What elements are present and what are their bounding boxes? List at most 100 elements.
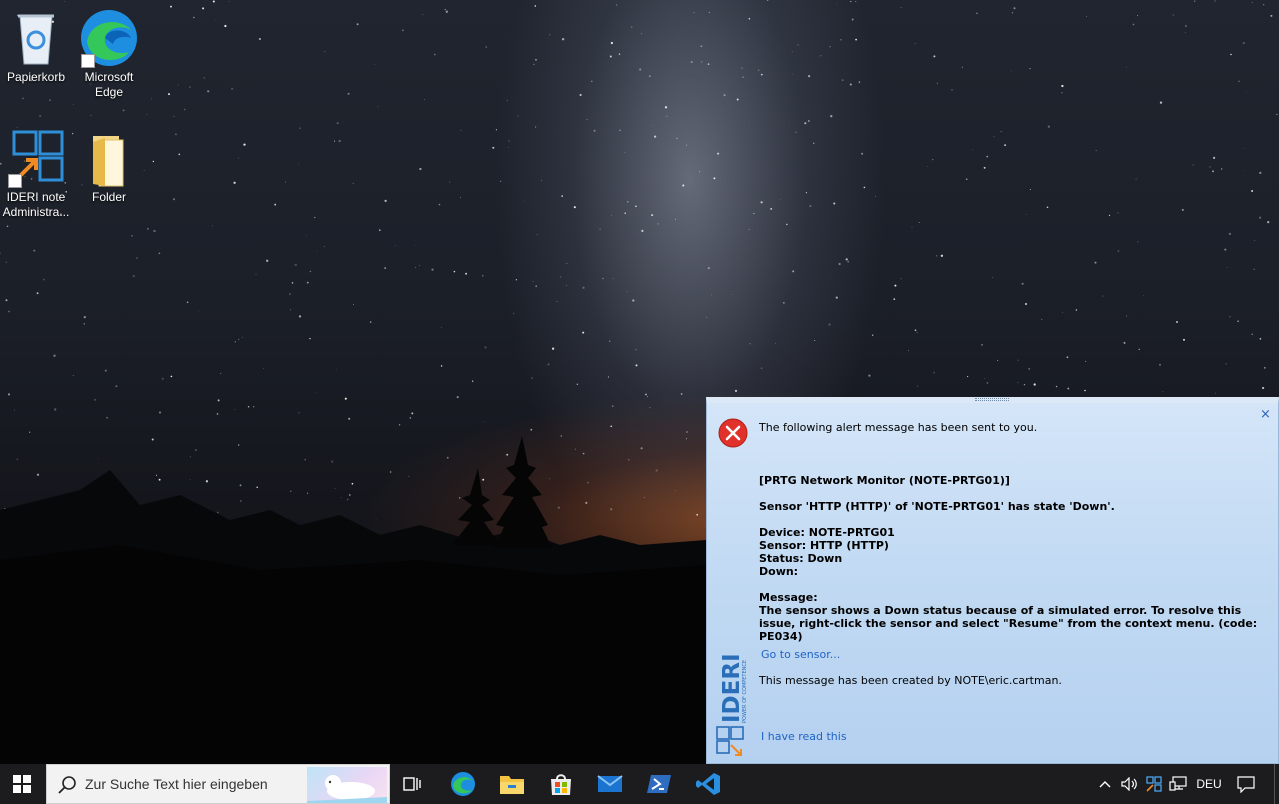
action-center-button[interactable]	[1232, 764, 1260, 804]
show-hidden-icons-button[interactable]	[1094, 764, 1116, 804]
shortcut-arrow-icon	[81, 54, 95, 68]
star	[1263, 4, 1265, 6]
input-language-button[interactable]: DEU	[1192, 764, 1226, 804]
star	[446, 456, 449, 459]
desktop-icon-ideri-note[interactable]: IDERI note Administra...	[0, 128, 72, 220]
task-view-icon	[403, 777, 421, 791]
volume-button[interactable]	[1118, 764, 1142, 804]
star	[1159, 101, 1163, 104]
star	[611, 215, 612, 216]
desktop-icon-label: IDERI note Administra...	[2, 190, 70, 219]
star	[173, 115, 175, 118]
desktop-icon-edge[interactable]: Microsoft Edge	[73, 8, 145, 100]
desktop-icon-folder[interactable]: Folder	[73, 128, 145, 205]
star	[8, 310, 10, 313]
taskbar-vscode-button[interactable]	[684, 764, 732, 804]
taskbar-store-button[interactable]	[537, 764, 585, 804]
star	[645, 393, 647, 396]
star	[601, 277, 604, 280]
start-button[interactable]	[0, 764, 44, 804]
star	[850, 0, 852, 3]
star	[696, 513, 699, 516]
star	[586, 119, 588, 121]
star	[847, 260, 850, 263]
star	[699, 171, 701, 173]
star	[256, 486, 259, 489]
edge-icon	[79, 8, 139, 68]
star	[1183, 338, 1185, 341]
close-icon[interactable]: ×	[1260, 408, 1272, 421]
star	[153, 229, 156, 233]
star	[1075, 309, 1078, 311]
taskbar-file-explorer-button[interactable]	[488, 764, 536, 804]
star	[1209, 166, 1211, 168]
star	[635, 349, 637, 351]
drag-grip[interactable]	[975, 398, 1009, 401]
star	[1017, 382, 1019, 383]
taskbar-powershell-button[interactable]	[635, 764, 683, 804]
star	[893, 298, 896, 300]
star	[48, 99, 51, 102]
star	[1243, 170, 1244, 172]
taskbar-mail-button[interactable]	[586, 764, 634, 804]
star	[238, 339, 240, 341]
star	[294, 263, 297, 267]
star	[871, 334, 874, 336]
go-to-sensor-link[interactable]: Go to sensor...	[761, 648, 840, 661]
star	[331, 460, 334, 463]
star	[616, 4, 618, 6]
star	[849, 83, 852, 86]
star	[624, 152, 626, 154]
search-icon	[58, 776, 76, 794]
star	[156, 474, 158, 476]
network-button[interactable]	[1166, 764, 1190, 804]
star	[202, 7, 205, 10]
star	[445, 10, 448, 13]
star	[228, 0, 230, 2]
star	[639, 68, 642, 71]
star	[5, 299, 8, 302]
star	[841, 79, 844, 82]
task-view-button[interactable]	[389, 764, 437, 804]
star	[1029, 67, 1031, 70]
star	[651, 214, 654, 217]
star	[243, 143, 246, 146]
star	[1126, 66, 1127, 68]
star	[795, 131, 797, 133]
i-have-read-this-link[interactable]: I have read this	[761, 730, 847, 743]
star	[916, 331, 918, 333]
ideri-tray-button[interactable]	[1143, 764, 1165, 804]
store-icon	[551, 774, 571, 795]
star	[627, 201, 629, 203]
star	[304, 458, 306, 461]
star	[39, 114, 42, 118]
star	[418, 265, 420, 266]
folder-icon	[79, 128, 139, 188]
search-placeholder: Zur Suche Text hier eingeben	[85, 776, 268, 792]
star	[1159, 363, 1161, 366]
show-desktop-button[interactable]	[1274, 764, 1279, 804]
star	[83, 323, 85, 325]
star	[641, 33, 642, 35]
taskbar-search-box[interactable]: Zur Suche Text hier eingeben	[46, 764, 390, 804]
star	[1230, 53, 1232, 56]
star	[1194, 0, 1196, 2]
star	[115, 385, 118, 388]
star	[167, 93, 171, 96]
star	[535, 58, 537, 61]
star	[807, 74, 811, 78]
star	[579, 93, 582, 97]
taskbar-edge-button[interactable]	[439, 764, 487, 804]
star	[8, 100, 10, 102]
star	[240, 500, 242, 502]
star	[914, 42, 916, 44]
star	[517, 115, 519, 117]
star	[858, 81, 861, 83]
star	[1251, 190, 1254, 192]
star	[1226, 267, 1228, 268]
star	[1013, 7, 1016, 10]
star	[189, 86, 191, 88]
desktop-icon-recycle-bin[interactable]: Papierkorb	[0, 8, 72, 85]
star	[610, 508, 613, 511]
star	[855, 38, 857, 41]
